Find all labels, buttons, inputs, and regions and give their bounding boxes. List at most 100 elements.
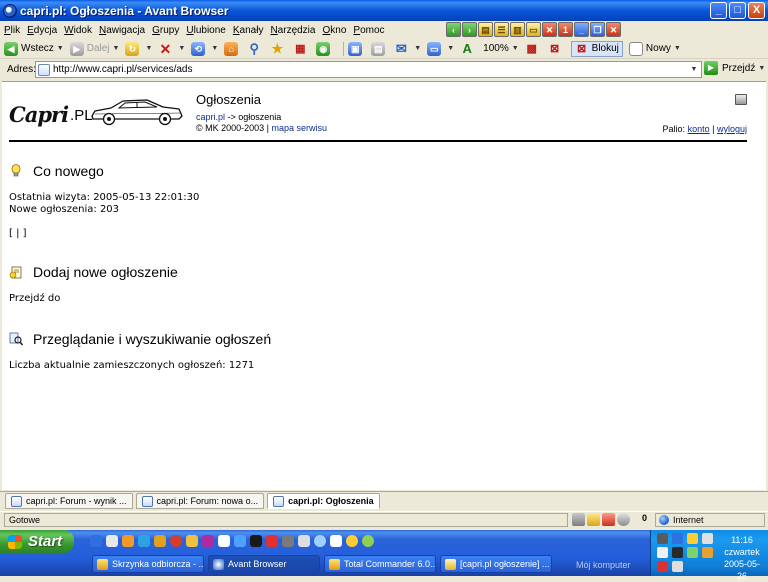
task-capri-ad[interactable]: [capri.pl ogłoszenie] ... xyxy=(440,555,552,573)
chevron-down-icon[interactable]: ▼ xyxy=(57,45,64,52)
sitemap-link[interactable]: mapa serwisu xyxy=(272,123,328,133)
address-field[interactable]: ▼ xyxy=(35,61,702,78)
chevron-down-icon[interactable]: ▼ xyxy=(512,45,519,52)
smiley-icon[interactable] xyxy=(346,535,358,547)
tray-speaker-icon[interactable] xyxy=(657,547,668,558)
menu-grupy[interactable]: Grupy xyxy=(152,25,179,36)
tab-forum-results[interactable]: capri.pl: Forum - wynik ... xyxy=(5,493,133,509)
popup-toggle-button[interactable]: ⊠ xyxy=(548,42,565,56)
chevron-down-icon[interactable]: ▼ xyxy=(758,65,765,72)
s-app-icon[interactable] xyxy=(266,535,278,547)
info-icon[interactable] xyxy=(362,535,374,547)
network-icon[interactable] xyxy=(234,535,246,547)
go-button[interactable]: ▶ Przejdź ▼ xyxy=(704,61,765,75)
close-except-icon[interactable]: 1 xyxy=(558,22,573,37)
tray-network-icon[interactable] xyxy=(672,533,683,544)
tile-horizontal-icon[interactable]: ☰ xyxy=(494,22,509,37)
address-input[interactable] xyxy=(53,64,653,75)
clock[interactable]: 11:16 czwartek 2005-05-26 xyxy=(719,534,765,582)
pager-line[interactable]: [ | ] xyxy=(9,228,749,240)
maximize-button[interactable]: □ xyxy=(729,2,746,19)
minimize-button[interactable]: _ xyxy=(710,2,727,19)
font-button[interactable]: A xyxy=(460,41,477,56)
tray-doc-icon[interactable] xyxy=(672,561,683,572)
notepad-icon[interactable] xyxy=(218,535,230,547)
image-toggle-button[interactable]: ▩ xyxy=(525,42,542,56)
tray-messenger-icon[interactable] xyxy=(687,533,698,544)
folder-icon[interactable] xyxy=(154,535,166,547)
task-mail-inbox[interactable]: Skrzynka odbiorcza - ... xyxy=(92,555,204,573)
back-button[interactable]: ◀ Wstecz ▼ xyxy=(4,41,64,56)
forward-button[interactable]: ▶ Dalej ▼ xyxy=(69,41,120,56)
task-avant-browser[interactable]: Avant Browser xyxy=(208,555,320,573)
task-total-commander[interactable]: Total Commander 6.0... xyxy=(324,555,436,573)
menu-okno[interactable]: Okno xyxy=(322,25,346,36)
mail-icon[interactable] xyxy=(122,535,134,547)
tray-orange-icon[interactable] xyxy=(702,547,713,558)
block-popups-button[interactable]: ⊠ Blokuj xyxy=(570,40,623,57)
mail-button[interactable]: ✉ ▼ xyxy=(394,41,421,56)
browser-icon[interactable] xyxy=(106,535,118,547)
chevron-down-icon[interactable]: ▼ xyxy=(178,45,185,52)
zoom-button[interactable]: 100% ▼ xyxy=(483,43,519,54)
gear-icon[interactable] xyxy=(617,513,630,526)
favorites-button[interactable]: ★ xyxy=(270,41,287,56)
stop-button[interactable]: ✕ ▼ xyxy=(158,42,186,56)
tray-window-icon[interactable] xyxy=(702,533,713,544)
page-viewport[interactable]: Capri .PL Ogłoszenia capri.pl -> ogłosze… xyxy=(2,81,766,490)
tray-green-icon[interactable] xyxy=(687,547,698,558)
search-button[interactable]: ⚲ xyxy=(247,41,264,56)
menu-nawigacja[interactable]: Nawigacja xyxy=(99,25,145,36)
chevron-down-icon[interactable]: ▼ xyxy=(211,45,218,52)
chevron-down-icon[interactable]: ▼ xyxy=(687,62,701,77)
player-icon[interactable] xyxy=(170,535,182,547)
menu-plik[interactable]: Plik xyxy=(4,25,20,36)
document-icon[interactable] xyxy=(298,535,310,547)
close-button[interactable]: X xyxy=(748,2,765,19)
fullscreen-button[interactable]: ▣ xyxy=(348,41,365,56)
groups-button[interactable]: ▦ xyxy=(293,42,310,56)
chevron-down-icon[interactable]: ▼ xyxy=(145,45,152,52)
paint-icon[interactable] xyxy=(330,535,342,547)
monitor-icon[interactable] xyxy=(572,513,585,526)
app-icon[interactable] xyxy=(282,535,294,547)
menu-widok[interactable]: Widok xyxy=(64,25,92,36)
close-all-icon[interactable]: ✕ xyxy=(542,22,557,37)
refresh-button[interactable]: ↻ ▼ xyxy=(125,41,152,56)
tab-restore-icon[interactable]: ❐ xyxy=(590,22,605,37)
popup-blocker-icon[interactable] xyxy=(602,513,615,526)
cd-icon[interactable] xyxy=(314,535,326,547)
tray-app-icon[interactable] xyxy=(657,533,668,544)
start-button[interactable]: Start xyxy=(0,530,74,553)
site-logo[interactable]: Capri .PL xyxy=(9,102,93,127)
messenger-icon[interactable] xyxy=(138,535,150,547)
menu-edycja[interactable]: Edycja xyxy=(27,25,57,36)
chevron-down-icon[interactable]: ▼ xyxy=(414,45,421,52)
next-window-icon[interactable]: › xyxy=(462,22,477,37)
channels-button[interactable]: ◉ xyxy=(316,41,333,56)
menu-pomoc[interactable]: Pomoc xyxy=(353,25,384,36)
chevron-down-icon[interactable]: ▼ xyxy=(447,45,454,52)
minimize-all-icon[interactable]: ▭ xyxy=(526,22,541,37)
breadcrumb-home-link[interactable]: capri.pl xyxy=(196,112,225,122)
prev-window-icon[interactable]: ‹ xyxy=(446,22,461,37)
print-icon[interactable] xyxy=(735,94,747,105)
chevron-down-icon[interactable]: ▼ xyxy=(113,45,120,52)
terminal-icon[interactable] xyxy=(250,535,262,547)
history-button[interactable]: ⟲ ▼ xyxy=(191,41,218,56)
new-window-button[interactable]: Nowy ▼ xyxy=(628,41,681,56)
ie-icon[interactable] xyxy=(90,535,102,547)
media-icon[interactable] xyxy=(202,535,214,547)
tab-forum-new[interactable]: capri.pl: Forum: nowa o... xyxy=(135,493,265,509)
window-titlebar[interactable]: capri.pl: Ogłoszenia - Avant Browser _ □… xyxy=(0,0,768,21)
view-button[interactable]: ▭ ▼ xyxy=(427,41,454,56)
home-button[interactable]: ⌂ xyxy=(224,41,241,56)
account-link[interactable]: konto xyxy=(688,124,710,134)
tile-vertical-icon[interactable]: ▥ xyxy=(510,22,525,37)
menu-kanaly[interactable]: Kanały xyxy=(233,25,264,36)
menu-narzedzia[interactable]: Narzędzia xyxy=(270,25,315,36)
go-to-line[interactable]: Przejdź do xyxy=(9,293,749,305)
my-computer-toolbar[interactable]: Mój komputer xyxy=(576,560,631,570)
tray-pen-icon[interactable] xyxy=(672,547,683,558)
tab-ads[interactable]: capri.pl: Ogłoszenia xyxy=(267,493,380,509)
